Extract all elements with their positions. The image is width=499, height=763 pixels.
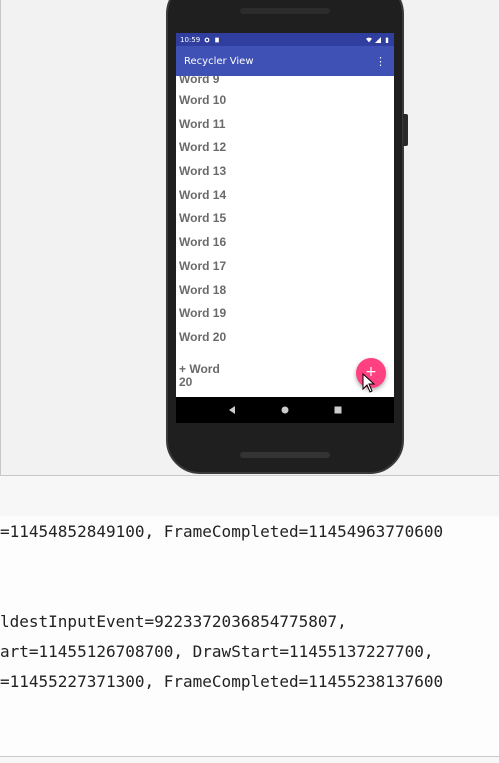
list-item[interactable]: Word 16 <box>176 231 394 255</box>
panel-edge <box>0 0 1 475</box>
list-item[interactable]: Word 11 <box>176 113 394 137</box>
sd-card-icon <box>215 37 219 42</box>
word-list[interactable]: Word 9 Word 10 Word 11 Word 12 Word 13 W… <box>176 76 394 396</box>
battery-icon <box>385 37 389 43</box>
list-item[interactable]: Word 17 <box>176 255 394 279</box>
list-item[interactable]: Word 15 <box>176 207 394 231</box>
home-icon[interactable] <box>280 405 290 415</box>
signal-icon <box>375 36 381 43</box>
status-time: 10:59 <box>180 35 201 44</box>
log-line: =11454852849100, FrameCompleted=11454963… <box>0 522 444 541</box>
list-item[interactable]: Word 18 <box>176 279 394 303</box>
navigation-bar <box>176 397 394 423</box>
log-line: ldestInputEvent=9223372036854775807, <box>0 612 347 631</box>
list-item[interactable]: Word 12 <box>176 136 394 160</box>
app-bar: Recycler View ⋮ <box>176 46 394 76</box>
app-title: Recycler View <box>184 55 254 67</box>
log-line: art=11455126708700, DrawStart=1145513722… <box>0 642 434 661</box>
top-speaker <box>240 8 330 14</box>
log-line: =11455227371300, FrameCompleted=11455238… <box>0 672 444 691</box>
back-icon[interactable] <box>227 405 237 415</box>
power-button[interactable] <box>403 114 408 146</box>
new-list-item[interactable]: + Word 20 <box>179 363 239 389</box>
status-bar: 10:59 <box>176 33 394 46</box>
list-item[interactable]: Word 13 <box>176 160 394 184</box>
wifi-icon <box>366 37 372 42</box>
phone-screen: 10:59 Recycler View ⋮ Word 9 Word 10 Wor… <box>176 33 394 423</box>
log-output[interactable]: =11454852849100, FrameCompleted=11454963… <box>0 516 499 756</box>
settings-icon <box>204 37 210 42</box>
list-item[interactable]: Word 10 <box>176 89 394 113</box>
list-item[interactable]: Word 14 <box>176 184 394 208</box>
mouse-cursor-icon <box>362 373 376 393</box>
list-item[interactable]: Word 20 <box>176 326 394 350</box>
list-item[interactable]: Word 19 <box>176 302 394 326</box>
list-item[interactable]: Word 9 <box>176 76 394 89</box>
recents-icon[interactable] <box>333 405 343 415</box>
logcat-panel: =11454852849100, FrameCompleted=11454963… <box>0 476 499 763</box>
overflow-menu-icon[interactable]: ⋮ <box>375 56 386 67</box>
bottom-divider <box>0 756 499 757</box>
bottom-speaker <box>240 452 330 458</box>
